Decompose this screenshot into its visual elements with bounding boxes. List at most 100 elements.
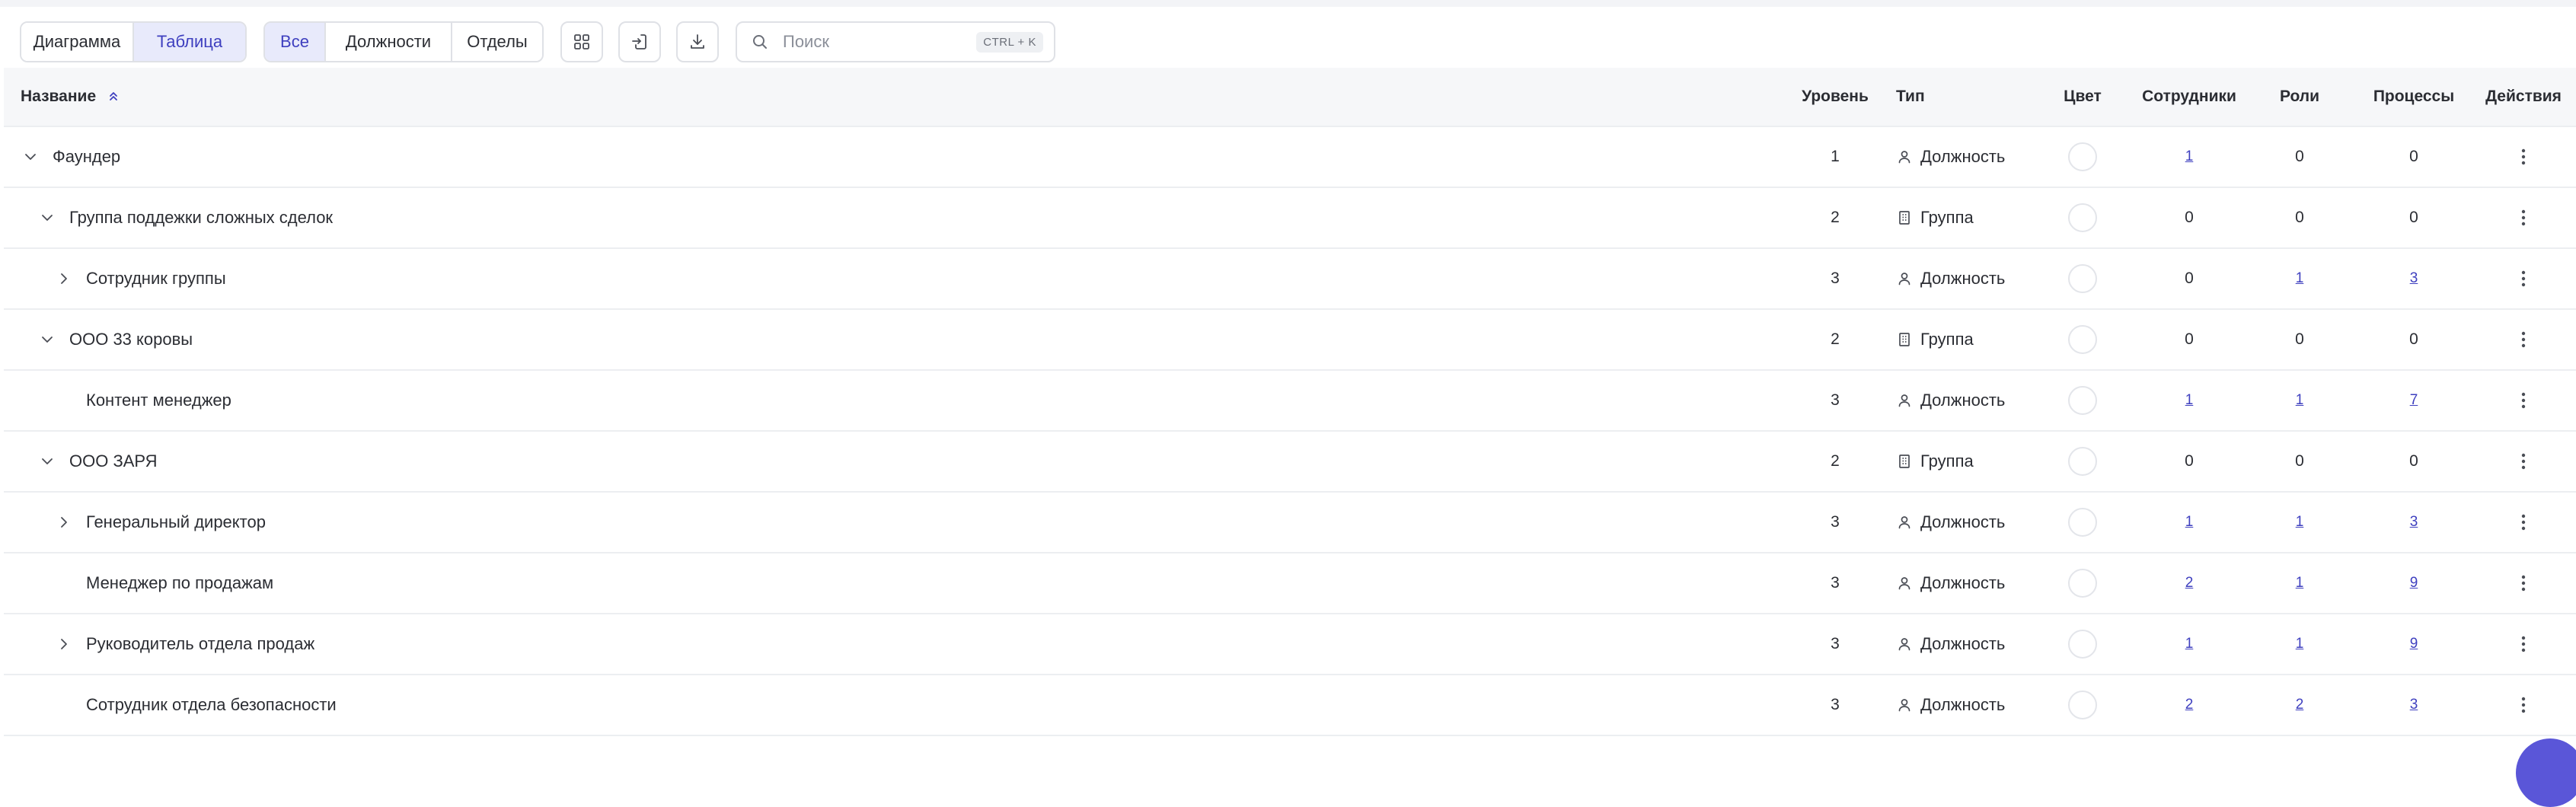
table-row[interactable]: Фаундер 1 Должность 1 0 0 xyxy=(4,127,2576,188)
row-name[interactable]: Группа поддежки сложных сделок xyxy=(69,208,333,228)
color-swatch[interactable] xyxy=(2068,691,2097,719)
color-swatch[interactable] xyxy=(2068,508,2097,537)
row-actions-button[interactable] xyxy=(2512,389,2535,412)
chevron-right-icon[interactable] xyxy=(54,269,74,289)
type-value: Должность xyxy=(1920,269,2006,288)
chevron-down-icon[interactable] xyxy=(37,451,57,471)
cell-color xyxy=(2037,371,2128,430)
roles-link[interactable]: 1 xyxy=(2296,392,2304,409)
color-swatch[interactable] xyxy=(2068,264,2097,293)
row-actions-button[interactable] xyxy=(2512,572,2535,595)
color-swatch[interactable] xyxy=(2068,447,2097,476)
employees-link[interactable]: 1 xyxy=(2185,148,2194,165)
roles-link[interactable]: 1 xyxy=(2296,514,2304,531)
employees-link[interactable]: 1 xyxy=(2185,514,2194,531)
chevron-down-icon[interactable] xyxy=(37,208,57,228)
column-header-color[interactable]: Цвет xyxy=(2037,68,2128,126)
column-header-level[interactable]: Уровень xyxy=(1778,68,1892,126)
employees-link[interactable]: 2 xyxy=(2185,575,2194,592)
row-actions-button[interactable] xyxy=(2512,511,2535,534)
table-row[interactable]: Контент менеджер 3 Должность 1 1 7 xyxy=(4,371,2576,432)
column-header-employees[interactable]: Сотрудники xyxy=(2128,68,2250,126)
column-header-type[interactable]: Тип xyxy=(1896,68,2048,126)
employees-link[interactable]: 2 xyxy=(2185,697,2194,713)
row-name[interactable]: ООО ЗАРЯ xyxy=(69,451,158,471)
table-row[interactable]: Менеджер по продажам 3 Должность 2 1 9 xyxy=(4,553,2576,614)
employees-link[interactable]: 1 xyxy=(2185,392,2194,409)
type-value: Должность xyxy=(1920,147,2006,166)
filter-positions[interactable]: Должности xyxy=(326,23,452,61)
more-vertical-icon xyxy=(2521,514,2526,531)
row-actions-button[interactable] xyxy=(2512,267,2535,290)
cell-name: Генеральный директор xyxy=(21,493,1772,552)
employees-link[interactable]: 1 xyxy=(2185,636,2194,652)
processes-link[interactable]: 9 xyxy=(2410,575,2418,592)
row-name[interactable]: Менеджер по продажам xyxy=(86,573,273,593)
search-shortcut-badge: CTRL + K xyxy=(976,31,1043,53)
processes-link[interactable]: 3 xyxy=(2410,514,2418,531)
chevron-right-icon[interactable] xyxy=(54,512,74,532)
table-row[interactable]: Сотрудник группы 3 Должность 0 1 3 xyxy=(4,249,2576,310)
column-header-roles[interactable]: Роли xyxy=(2242,68,2357,126)
row-actions-button[interactable] xyxy=(2512,328,2535,351)
type-value: Группа xyxy=(1920,330,1974,349)
row-name[interactable]: Сотрудник группы xyxy=(86,269,226,289)
table-row[interactable]: ООО ЗАРЯ 2 Группа 0 0 0 xyxy=(4,432,2576,493)
roles-link[interactable]: 2 xyxy=(2296,697,2304,713)
table-row[interactable]: Генеральный директор 3 Должность 1 1 3 xyxy=(4,493,2576,553)
floating-action-button[interactable] xyxy=(2516,738,2576,807)
filter-departments[interactable]: Отделы xyxy=(452,23,542,61)
row-actions-button[interactable] xyxy=(2512,450,2535,473)
color-swatch[interactable] xyxy=(2068,630,2097,659)
grid-icon xyxy=(574,34,589,49)
chevron-down-icon[interactable] xyxy=(21,147,40,167)
row-actions-button[interactable] xyxy=(2512,694,2535,716)
cell-employees: 1 xyxy=(2128,371,2250,430)
cell-employees: 0 xyxy=(2128,310,2250,369)
column-header-name[interactable]: Название xyxy=(21,68,1772,126)
row-actions-button[interactable] xyxy=(2512,206,2535,229)
row-name[interactable]: Фаундер xyxy=(53,147,120,167)
grid-view-button[interactable] xyxy=(560,21,603,62)
processes-link[interactable]: 7 xyxy=(2410,392,2418,409)
row-name[interactable]: Контент менеджер xyxy=(86,391,231,410)
color-swatch[interactable] xyxy=(2068,325,2097,354)
import-button[interactable] xyxy=(618,21,661,62)
row-actions-button[interactable] xyxy=(2512,145,2535,168)
building-icon xyxy=(1899,455,1910,468)
roles-link[interactable]: 1 xyxy=(2296,575,2304,592)
download-button[interactable] xyxy=(676,21,719,62)
color-swatch[interactable] xyxy=(2068,203,2097,232)
row-name[interactable]: Руководитель отдела продаж xyxy=(86,634,314,654)
row-actions-button[interactable] xyxy=(2512,633,2535,655)
row-name[interactable]: ООО 33 коровы xyxy=(69,330,193,349)
processes-link[interactable]: 9 xyxy=(2410,636,2418,652)
processes-link[interactable]: 3 xyxy=(2410,270,2418,287)
row-name[interactable]: Генеральный директор xyxy=(86,512,266,532)
table-row[interactable]: Руководитель отдела продаж 3 Должность 1 1 9 xyxy=(4,614,2576,675)
roles-link[interactable]: 1 xyxy=(2296,270,2304,287)
cell-type: Должность xyxy=(1896,249,2048,308)
color-swatch[interactable] xyxy=(2068,142,2097,171)
color-swatch[interactable] xyxy=(2068,569,2097,598)
cell-level: 1 xyxy=(1778,127,1892,187)
search-input[interactable] xyxy=(781,31,967,53)
filter-all[interactable]: Все xyxy=(265,23,326,61)
row-name[interactable]: Сотрудник отдела безопасности xyxy=(86,695,337,715)
color-swatch[interactable] xyxy=(2068,386,2097,415)
table-row[interactable]: Сотрудник отдела безопасности 3 Должность 2… xyxy=(4,675,2576,736)
chevron-right-icon[interactable] xyxy=(54,634,74,654)
roles-link[interactable]: 1 xyxy=(2296,636,2304,652)
sort-asc-icon[interactable] xyxy=(107,90,120,104)
column-header-processes[interactable]: Процессы xyxy=(2357,68,2471,126)
employees-count: 0 xyxy=(2185,270,2194,287)
column-type-label: Тип xyxy=(1896,88,1925,105)
processes-link[interactable]: 3 xyxy=(2410,697,2418,713)
tab-diagram[interactable]: Диаграмма xyxy=(21,23,134,61)
table-row[interactable]: Группа поддежки сложных сделок 2 Группа 0 0 0 xyxy=(4,188,2576,249)
tab-table[interactable]: Таблица xyxy=(134,23,245,61)
cell-actions xyxy=(2471,675,2576,735)
table-row[interactable]: ООО 33 коровы 2 Группа 0 0 0 xyxy=(4,310,2576,371)
chevron-down-icon[interactable] xyxy=(37,330,57,349)
cell-name: ООО ЗАРЯ xyxy=(21,432,1772,491)
